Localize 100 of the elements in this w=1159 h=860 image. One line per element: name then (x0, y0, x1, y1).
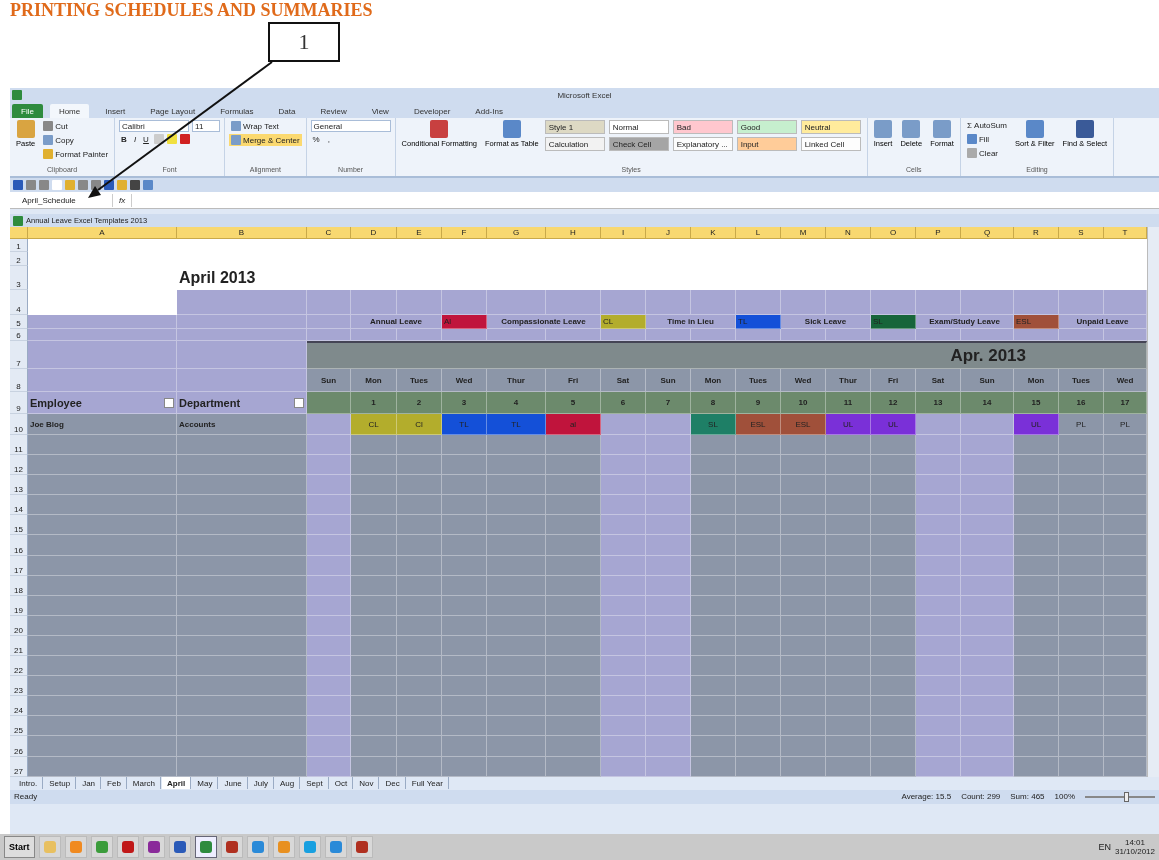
percent-button[interactable]: % (310, 134, 322, 145)
grid-cell[interactable] (916, 535, 961, 556)
grid-cell[interactable] (1104, 635, 1147, 657)
grid-cell[interactable] (691, 696, 736, 717)
grid-cell[interactable] (177, 615, 307, 636)
grid-cell[interactable] (442, 435, 487, 456)
grid-cell[interactable] (28, 656, 177, 677)
grid-cell[interactable] (28, 535, 177, 556)
grid-cell[interactable] (601, 435, 646, 456)
grid-cell[interactable] (826, 635, 871, 657)
grid-cell[interactable] (1059, 595, 1104, 616)
grid-cell[interactable] (781, 635, 826, 657)
grid-cell[interactable] (1059, 615, 1104, 636)
bold-button[interactable]: B (119, 134, 129, 145)
format-painter-button[interactable]: Format Painter (41, 148, 111, 160)
grid-cell[interactable] (397, 475, 442, 496)
grid-cell[interactable] (351, 615, 397, 636)
grid-cell[interactable] (1014, 535, 1059, 556)
grid-cell[interactable] (1014, 676, 1059, 697)
grid-cell[interactable] (691, 676, 736, 697)
font-color-icon[interactable] (179, 134, 190, 144)
grid-cell[interactable] (546, 535, 601, 556)
grid-cell[interactable] (397, 736, 442, 757)
grid-cell[interactable] (177, 475, 307, 496)
grid-cell[interactable] (442, 455, 487, 476)
grid-cell[interactable] (646, 475, 691, 496)
font-size-field[interactable]: 11 (192, 120, 221, 132)
grid-cell[interactable] (961, 595, 1014, 616)
row-number[interactable]: 26 (10, 736, 28, 757)
grid-cell[interactable] (307, 315, 351, 329)
underline-button[interactable]: U (141, 134, 151, 145)
grid-cell[interactable] (691, 756, 736, 777)
grid-cell[interactable] (1014, 455, 1059, 476)
grid-cell[interactable] (177, 656, 307, 677)
grid-cell[interactable] (1104, 475, 1147, 496)
grid-cell[interactable] (961, 555, 1014, 576)
grid-cell[interactable] (28, 329, 177, 341)
grid-cell[interactable] (28, 369, 177, 392)
grid-cell[interactable] (487, 635, 546, 657)
row-number[interactable]: 25 (10, 716, 28, 737)
taskbar-app-icon[interactable] (350, 836, 373, 858)
ribbon-tab[interactable]: Add-Ins (466, 104, 512, 118)
vertical-scrollbar[interactable] (1147, 227, 1159, 777)
grid-cell[interactable] (307, 696, 351, 717)
grid-cell[interactable] (736, 716, 781, 737)
grid-cell[interactable] (1059, 756, 1104, 777)
grid-cell[interactable] (871, 716, 916, 737)
merge-center-button[interactable]: Merge & Center (229, 134, 302, 146)
grid-cell[interactable] (601, 575, 646, 596)
grid-cell[interactable] (601, 615, 646, 636)
grid-cell[interactable] (177, 635, 307, 657)
grid-cell[interactable] (871, 696, 916, 717)
grid-cell[interactable] (736, 475, 781, 496)
grid-cell[interactable] (916, 756, 961, 777)
grid-cell[interactable] (646, 756, 691, 777)
grid-cell[interactable] (307, 515, 351, 536)
grid-cell[interactable] (487, 716, 546, 737)
grid-cell[interactable] (646, 656, 691, 677)
grid-cell[interactable] (307, 495, 351, 516)
grid-cell[interactable] (177, 756, 307, 777)
grid-cell[interactable] (646, 615, 691, 636)
column-header[interactable]: T (1104, 227, 1147, 239)
column-header[interactable]: A (28, 227, 177, 239)
grid-cell[interactable] (871, 595, 916, 616)
grid-cell[interactable] (601, 455, 646, 476)
grid-cell[interactable] (397, 515, 442, 536)
row-number[interactable]: 10 (10, 414, 28, 435)
grid-cell[interactable] (487, 329, 546, 341)
grid-cell[interactable] (1104, 575, 1147, 596)
grid-cell[interactable] (28, 615, 177, 636)
grid-cell[interactable] (307, 676, 351, 697)
grid-cell[interactable] (1014, 615, 1059, 636)
grid-cell[interactable] (1059, 290, 1104, 315)
column-header[interactable]: P (916, 227, 961, 239)
grid-cell[interactable] (1059, 656, 1104, 677)
column-header[interactable]: C (307, 227, 351, 239)
grid-cell[interactable] (397, 756, 442, 777)
grid-cell[interactable] (691, 290, 736, 315)
grid-cell[interactable] (487, 535, 546, 556)
row-number[interactable]: 22 (10, 656, 28, 677)
grid-cell[interactable] (442, 656, 487, 677)
grid-cell[interactable] (601, 535, 646, 556)
grid-cell[interactable] (307, 595, 351, 616)
grid-cell[interactable] (871, 475, 916, 496)
grid-cell[interactable] (1104, 716, 1147, 737)
grid-cell[interactable] (546, 615, 601, 636)
grid-cell[interactable] (691, 575, 736, 596)
grid-cell[interactable] (397, 535, 442, 556)
grid-cell[interactable] (646, 736, 691, 757)
grid-cell[interactable] (442, 535, 487, 556)
grid-cell[interactable] (646, 696, 691, 717)
row-number[interactable]: 2 (10, 252, 28, 266)
grid-cell[interactable] (1014, 475, 1059, 496)
grid-cell[interactable] (646, 435, 691, 456)
grid-cell[interactable] (826, 575, 871, 596)
column-header[interactable]: S (1059, 227, 1104, 239)
grid-cell[interactable] (736, 555, 781, 576)
grid-cell[interactable] (961, 615, 1014, 636)
grid-cell[interactable] (397, 696, 442, 717)
grid-cell[interactable] (781, 736, 826, 757)
